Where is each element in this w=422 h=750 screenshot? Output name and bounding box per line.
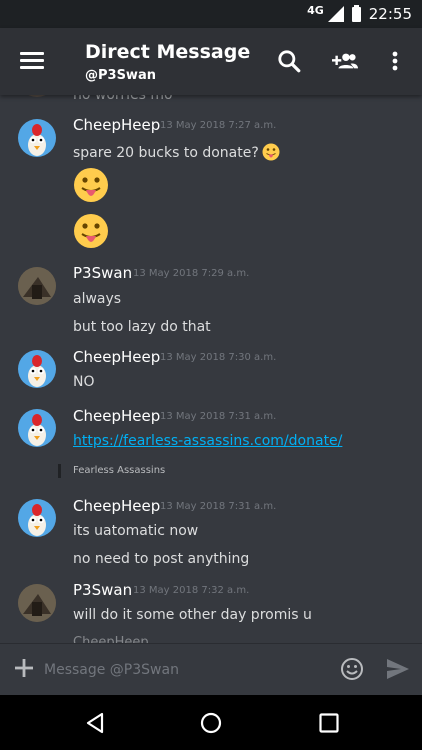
avatar[interactable] xyxy=(18,499,56,537)
timestamp: 13 May 2018 7:30 a.m. xyxy=(160,352,277,363)
timestamp: 13 May 2018 7:29 a.m. xyxy=(133,268,250,279)
search-icon[interactable] xyxy=(276,48,302,74)
avatar[interactable] xyxy=(18,95,56,97)
home-icon[interactable] xyxy=(199,711,223,735)
author-name[interactable]: CheepHeep xyxy=(73,497,160,515)
system-nav-bar xyxy=(0,695,422,750)
avatar[interactable] xyxy=(18,267,56,305)
hamburger-icon[interactable] xyxy=(20,52,44,70)
battery-icon xyxy=(351,4,361,22)
timestamp: 13 May 2018 7:27 a.m. xyxy=(160,120,277,131)
send-icon[interactable] xyxy=(386,658,410,680)
message-list[interactable]: no worries mo CheepHeep 13 May 2018 7:27… xyxy=(0,95,422,643)
author-name[interactable]: CheepHeep xyxy=(73,348,160,366)
recent-apps-icon[interactable] xyxy=(317,711,341,735)
message-text: always xyxy=(73,291,122,307)
page-title: Direct Message xyxy=(85,41,251,63)
clock: 22:55 xyxy=(368,5,412,23)
embed-divider xyxy=(58,464,61,478)
avatar[interactable] xyxy=(18,584,56,622)
author-name: CheepHeep xyxy=(73,635,149,643)
message-text: no worries mo xyxy=(73,95,173,103)
author-name[interactable]: CheepHeep xyxy=(73,407,160,425)
message-text: but too lazy do that xyxy=(73,319,211,335)
timestamp: 13 May 2018 7:31 a.m. xyxy=(160,501,277,512)
author-name[interactable]: P3Swan xyxy=(73,581,132,599)
back-icon[interactable] xyxy=(83,711,107,735)
dm-recipient: @P3Swan xyxy=(85,68,156,83)
emoji-icon[interactable] xyxy=(340,657,364,681)
author-name[interactable]: CheepHeep xyxy=(73,116,160,134)
message-text: its uatomatic now xyxy=(73,523,199,539)
avatar[interactable] xyxy=(18,119,56,157)
embed-title[interactable]: Fearless Assassins xyxy=(73,465,165,476)
timestamp: 13 May 2018 7:32 a.m. xyxy=(133,585,250,596)
avatar[interactable] xyxy=(18,350,56,388)
tongue-emoji-icon xyxy=(74,214,108,248)
signal-icon xyxy=(327,6,344,22)
tongue-emoji-icon xyxy=(74,168,108,202)
message-text: NO xyxy=(73,374,95,390)
avatar[interactable] xyxy=(18,409,56,447)
message-text: spare 20 bucks to donate? xyxy=(73,143,280,161)
add-friend-icon[interactable] xyxy=(332,48,358,74)
plus-icon[interactable] xyxy=(14,658,34,678)
more-options-icon[interactable] xyxy=(390,48,400,74)
app-header: Direct Message @P3Swan xyxy=(0,28,422,95)
message-text: will do it some other day promis u xyxy=(73,607,312,623)
timestamp: 13 May 2018 7:31 a.m. xyxy=(160,411,277,422)
donate-link[interactable]: https://fearless-assassins.com/donate/ xyxy=(73,433,342,449)
tongue-emoji-icon xyxy=(262,143,280,161)
status-bar: 4G 22:55 xyxy=(0,0,422,28)
author-name[interactable]: P3Swan xyxy=(73,264,132,282)
message-composer xyxy=(0,643,422,695)
message-input[interactable] xyxy=(44,658,324,682)
message-text: no need to post anything xyxy=(73,551,250,567)
network-type: 4G xyxy=(307,3,324,17)
